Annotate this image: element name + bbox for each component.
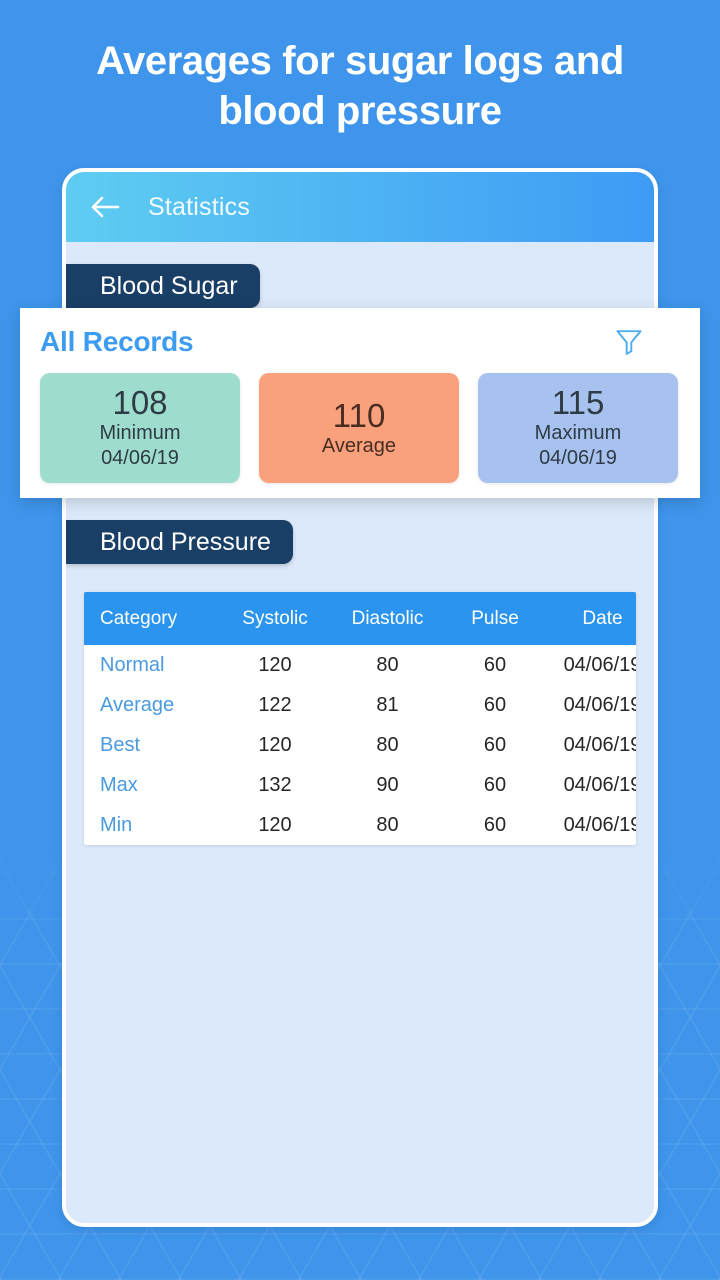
section-header-blood-sugar: Blood Sugar [66, 264, 260, 308]
column-header-date: Date [582, 607, 623, 629]
table-row[interactable]: Max 132 90 60 04/06/19 [84, 765, 636, 805]
blood-pressure-table: Category Systolic Diastolic Pulse Date N… [84, 592, 636, 845]
all-records-header: All Records [20, 308, 700, 370]
cell-pulse: 60 [483, 733, 507, 756]
page-headline: Averages for sugar logs and blood pressu… [96, 39, 624, 133]
cell-pulse: 60 [483, 813, 507, 836]
cell-systolic: 120 [258, 813, 292, 836]
table-header-row: Category Systolic Diastolic Pulse Date [84, 592, 636, 645]
cell-category: Average [100, 693, 175, 716]
section-header-blood-pressure: Blood Pressure [66, 520, 293, 564]
stat-card-maximum[interactable]: 115 Maximum 04/06/19 [478, 373, 678, 483]
table-row[interactable]: Average 122 81 60 04/06/19 [84, 685, 636, 725]
stat-label: Average [321, 434, 397, 457]
stat-label: Minimum [99, 422, 181, 444]
cell-category: Max [100, 773, 138, 796]
stat-card-minimum[interactable]: 108 Minimum 04/06/19 [40, 373, 240, 483]
filter-funnel-icon[interactable] [614, 326, 644, 356]
stat-cards-row: 108 Minimum 04/06/19 110 Average 115 Max… [40, 373, 678, 483]
table-row[interactable]: Normal 120 80 60 04/06/19 [84, 645, 636, 685]
cell-diastolic: 90 [376, 773, 399, 796]
cell-date: 04/06/19 [563, 773, 636, 796]
stat-label: Maximum [534, 422, 622, 444]
cell-diastolic: 81 [376, 693, 399, 716]
column-header-diastolic: Diastolic [351, 607, 424, 629]
all-records-title: All Records [40, 326, 194, 357]
cell-date: 04/06/19 [563, 813, 636, 836]
back-arrow-icon[interactable] [88, 190, 122, 224]
cell-systolic: 120 [258, 653, 292, 676]
cell-category: Min [100, 813, 133, 836]
cell-category: Normal [100, 653, 165, 676]
stat-date: 04/06/19 [539, 447, 617, 469]
table-row[interactable]: Best 120 80 60 04/06/19 [84, 725, 636, 765]
cell-category: Best [100, 733, 141, 756]
stat-value: 115 [551, 384, 605, 421]
cell-systolic: 122 [258, 693, 292, 716]
app-bar: Statistics [66, 172, 654, 242]
cell-date: 04/06/19 [563, 733, 636, 756]
app-bar-title: Statistics [148, 192, 251, 221]
cell-diastolic: 80 [376, 653, 399, 676]
column-header-pulse: Pulse [471, 607, 519, 629]
cell-date: 04/06/19 [563, 653, 636, 676]
cell-pulse: 60 [483, 693, 507, 716]
table-row[interactable]: Min 120 80 60 04/06/19 [84, 805, 636, 845]
column-header-category: Category [100, 607, 178, 629]
all-records-overlay-card: All Records 108 Minimum 04/06/19 110 Ave… [20, 308, 700, 498]
cell-systolic: 120 [258, 733, 292, 756]
stat-value: 110 [332, 396, 386, 434]
section-blood-sugar: Blood Sugar [66, 264, 654, 308]
section-blood-pressure: Blood Pressure [66, 520, 654, 564]
stat-value: 108 [112, 384, 168, 421]
cell-date: 04/06/19 [563, 693, 636, 716]
stat-card-average[interactable]: 110 Average [259, 373, 459, 483]
cell-pulse: 60 [483, 653, 507, 676]
cell-pulse: 60 [483, 773, 507, 796]
cell-diastolic: 80 [376, 733, 399, 756]
cell-diastolic: 80 [376, 813, 399, 836]
cell-systolic: 132 [258, 773, 292, 796]
stat-date: 04/06/19 [101, 447, 179, 469]
column-header-systolic: Systolic [242, 607, 308, 629]
